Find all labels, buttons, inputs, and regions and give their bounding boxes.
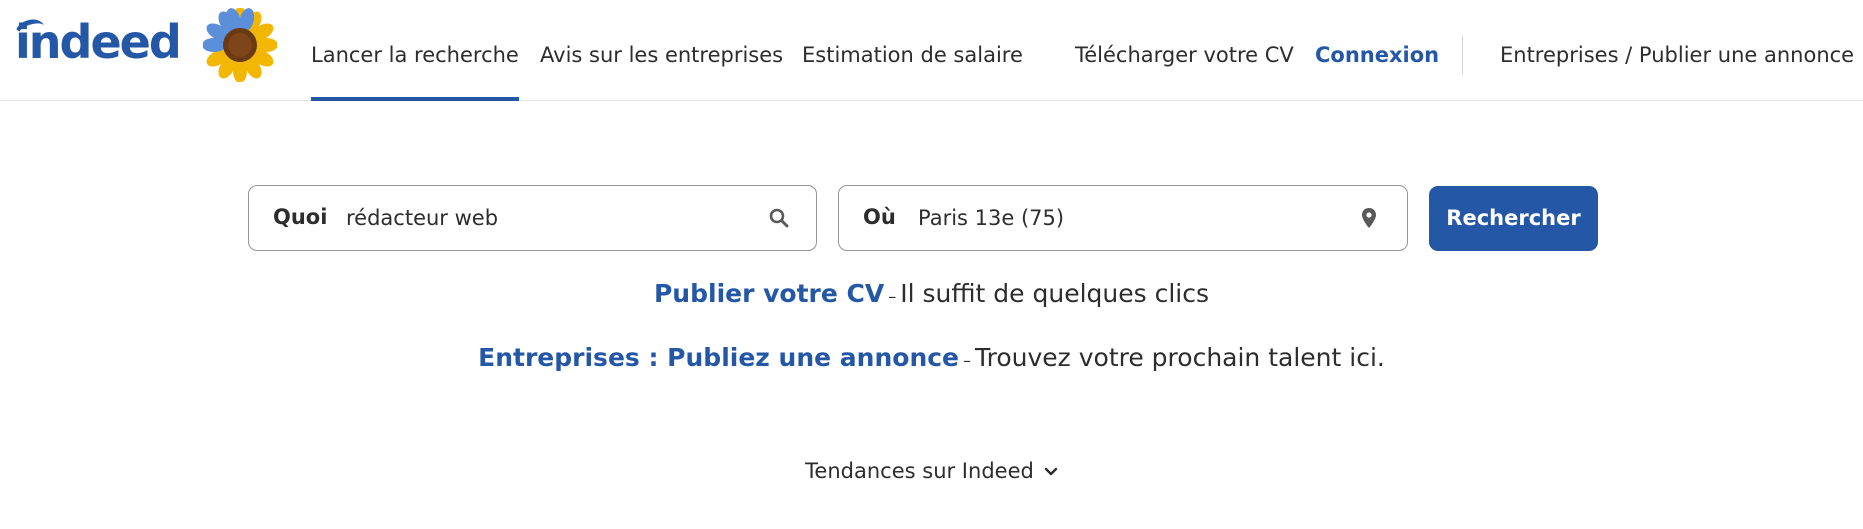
search-button[interactable]: Rechercher	[1429, 186, 1598, 251]
nav-upload-cv[interactable]: Télécharger votre CV	[1075, 0, 1294, 101]
where-search-field[interactable]: Où Paris 13e (75)	[838, 185, 1408, 251]
nav-company-reviews[interactable]: Avis sur les entreprises	[540, 0, 783, 101]
upload-cv-text: Il suffit de quelques clics	[900, 279, 1209, 308]
promo-dash: –	[963, 351, 972, 370]
nav-find-jobs[interactable]: Lancer la recherche	[311, 0, 519, 101]
location-pin-icon	[1362, 208, 1376, 228]
what-label: Quoi	[273, 205, 328, 229]
nav-divider	[1462, 36, 1463, 74]
top-nav-bar: indeed Lancer la recherche Avis sur les …	[0, 0, 1863, 101]
indeed-logo[interactable]: indeed	[12, 12, 182, 72]
upload-cv-link[interactable]: Publier votre CV	[654, 279, 884, 308]
what-search-field[interactable]: Quoi rédacteur web	[248, 185, 817, 251]
what-input[interactable]: rédacteur web	[346, 186, 498, 251]
where-input[interactable]: Paris 13e (75)	[918, 186, 1064, 251]
search-icon	[769, 208, 789, 228]
upload-cv-promo: Publier votre CV – Il suffit de quelques c…	[0, 279, 1863, 308]
nav-employers-post-job[interactable]: Entreprises / Publier une annonce	[1500, 0, 1854, 101]
employer-promo: Entreprises : Publiez une annonce – Trouve…	[0, 343, 1863, 372]
nav-salary-estimate[interactable]: Estimation de salaire	[802, 0, 1023, 101]
sunflower-icon	[203, 8, 277, 82]
employer-post-job-link[interactable]: Entreprises : Publiez une annonce	[478, 343, 959, 372]
where-label: Où	[863, 205, 896, 229]
promo-dash: –	[888, 287, 897, 306]
employer-promo-text: Trouvez votre prochain talent ici.	[975, 343, 1385, 372]
chevron-down-icon	[1044, 467, 1058, 476]
nav-sign-in[interactable]: Connexion	[1315, 0, 1439, 101]
trends-toggle[interactable]: Tendances sur Indeed	[0, 459, 1863, 483]
trends-label: Tendances sur Indeed	[805, 459, 1034, 483]
